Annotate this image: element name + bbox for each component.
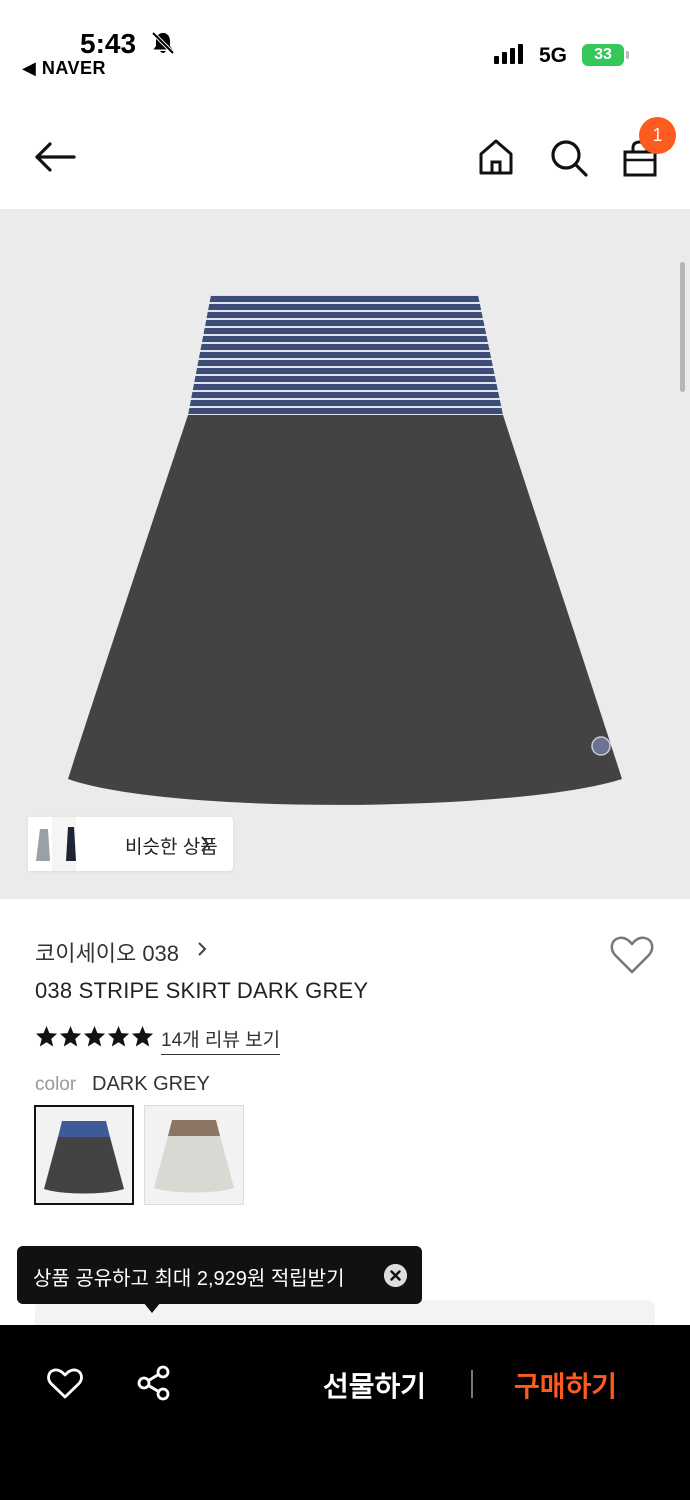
- signal-icon: [494, 44, 523, 64]
- color-value: DARK GREY: [92, 1073, 210, 1095]
- bottom-action-bar: 선물하기 구매하기: [0, 1325, 690, 1500]
- gift-button[interactable]: 선물하기: [323, 1365, 426, 1405]
- color-swatch-dark-grey[interactable]: [34, 1105, 134, 1205]
- battery-icon: 33: [582, 44, 624, 66]
- chevron-right-icon: [198, 942, 207, 956]
- tooltip-arrow: [143, 1302, 161, 1313]
- color-label: color: [35, 1074, 77, 1095]
- battery-level: 33: [594, 46, 612, 63]
- close-icon[interactable]: [384, 1264, 407, 1287]
- share-icon[interactable]: [136, 1365, 172, 1401]
- product-image: [68, 295, 622, 805]
- search-icon[interactable]: [549, 138, 589, 178]
- home-icon[interactable]: [478, 138, 514, 176]
- star-icon: [131, 1025, 154, 1047]
- similar-thumbnails: [28, 817, 104, 871]
- product-image-area[interactable]: [0, 209, 690, 899]
- divider: [471, 1370, 473, 1398]
- tooltip-text: 상품 공유하고 최대 2,929원 적립받기: [33, 1268, 345, 1290]
- chevron-right-icon: [201, 836, 210, 852]
- status-time: 5:43: [80, 28, 137, 59]
- battery-cap: [626, 51, 629, 59]
- buy-button[interactable]: 구매하기: [514, 1365, 617, 1405]
- status-bar: 5:43 ◀ NAVER 5G 33: [0, 0, 690, 90]
- brand-name-link[interactable]: 코이세이오 038: [35, 936, 179, 968]
- cart-count-badge: 1: [639, 117, 676, 154]
- heart-icon[interactable]: [47, 1367, 83, 1400]
- app-header: [0, 110, 690, 208]
- product-title: 038 STRIPE SKIRT DARK GREY: [35, 978, 369, 1003]
- back-arrow-icon[interactable]: [34, 142, 76, 172]
- share-reward-tooltip: 상품 공유하고 최대 2,929원 적립받기: [17, 1246, 422, 1304]
- image-scrollbar[interactable]: [680, 262, 685, 392]
- wishlist-heart-icon[interactable]: [610, 935, 654, 975]
- star-icon: [59, 1025, 82, 1047]
- star-icon: [107, 1025, 130, 1047]
- back-to-app-link[interactable]: ◀ NAVER: [22, 58, 106, 79]
- network-type: 5G: [539, 44, 568, 67]
- color-swatch-light-grey[interactable]: [144, 1105, 244, 1205]
- review-link[interactable]: 14개 리뷰 보기: [161, 1025, 281, 1055]
- bell-muted-icon: [151, 31, 175, 55]
- star-icon: [35, 1025, 58, 1047]
- star-icon: [83, 1025, 106, 1047]
- rating-stars: [35, 1025, 154, 1047]
- swatch-image: [36, 1107, 132, 1203]
- swatch-image: [145, 1106, 243, 1204]
